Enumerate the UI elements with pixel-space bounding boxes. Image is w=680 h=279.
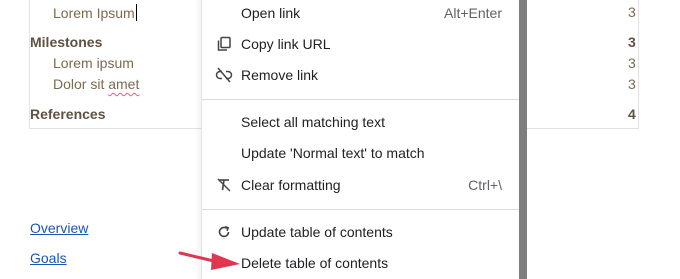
menu-item-delete-table-of-contents[interactable]: Delete table of contents — [202, 248, 520, 278]
menu-item-remove-link[interactable]: Remove link — [202, 60, 520, 90]
toc-page-number: 3 — [628, 34, 636, 50]
shortcut-label: Ctrl+\ — [468, 177, 502, 193]
link-off-icon — [215, 66, 233, 84]
toc-page-number: 3 — [628, 4, 636, 20]
shortcut-label: Alt+Enter — [444, 5, 502, 21]
menu-item-update-table-of-contents[interactable]: Update table of contents — [202, 217, 520, 247]
toc-page-number: 4 — [628, 106, 636, 122]
toc-entry-lorem-ipsum-2[interactable]: Lorem ipsum — [53, 55, 134, 71]
menu-item-select-all-matching-text[interactable]: Select all matching text — [202, 107, 520, 137]
toc-entry-references[interactable]: References — [30, 106, 106, 122]
menu-separator — [202, 209, 520, 210]
spelling-underline: amet — [108, 76, 140, 92]
clear-format-icon — [215, 176, 233, 194]
context-menu: Open link Alt+Enter Copy link URL Remove… — [201, 0, 520, 279]
menu-item-copy-link-url[interactable]: Copy link URL — [202, 29, 520, 59]
toc-entry-lorem-ipsum[interactable]: Lorem Ipsum — [53, 4, 137, 21]
menu-separator — [202, 99, 520, 100]
toc-page-number: 3 — [628, 55, 636, 71]
text-cursor — [135, 4, 137, 21]
copy-icon — [215, 35, 233, 53]
menu-scrollbar[interactable] — [519, 0, 527, 279]
annotation-arrow-icon — [178, 251, 240, 270]
link-goals[interactable]: Goals — [30, 250, 67, 266]
toc-entry-dolor-sit-amet[interactable]: Dolor sit amet — [53, 76, 139, 92]
toc-entry-milestones[interactable]: Milestones — [30, 34, 102, 50]
menu-item-clear-formatting[interactable]: Clear formatting Ctrl+\ — [202, 170, 520, 200]
refresh-icon — [215, 223, 233, 241]
menu-item-update-normal-text[interactable]: Update 'Normal text' to match — [202, 138, 520, 168]
menu-item-open-link[interactable]: Open link Alt+Enter — [202, 0, 520, 28]
toc-page-number: 3 — [628, 76, 636, 92]
arrow-head — [211, 253, 240, 270]
link-overview[interactable]: Overview — [30, 220, 88, 236]
